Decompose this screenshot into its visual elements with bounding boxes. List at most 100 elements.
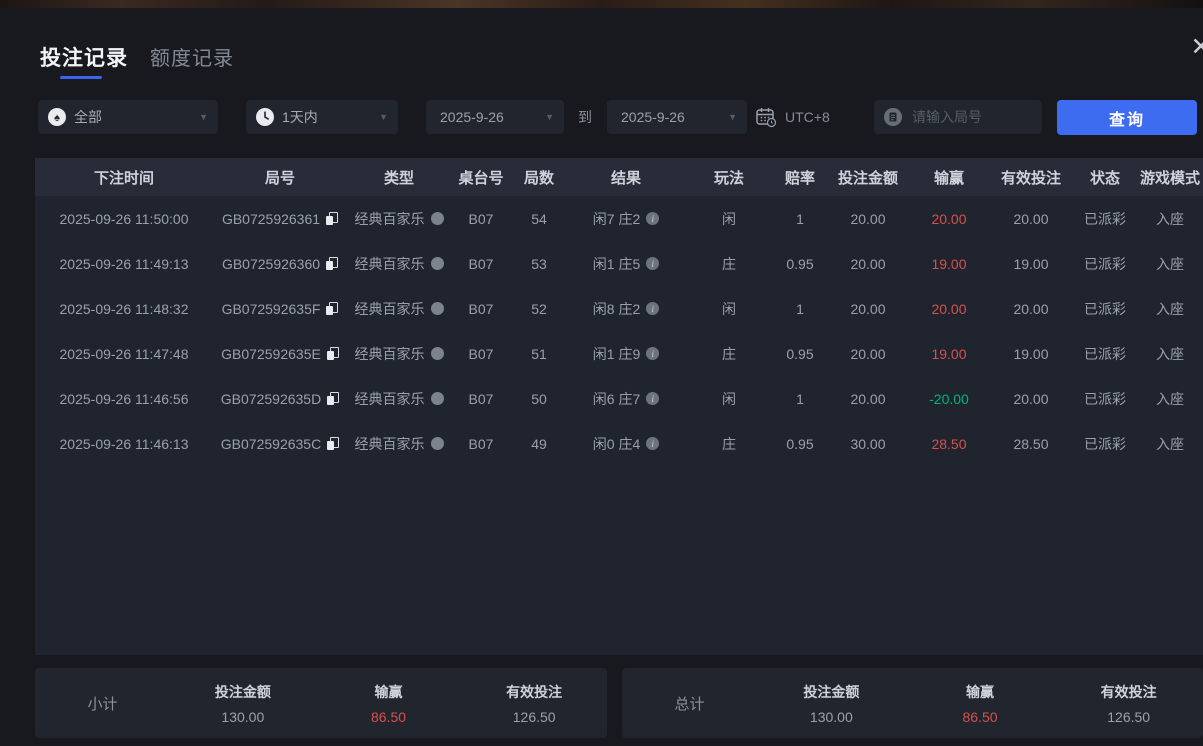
valid-text: 19.00 (1013, 255, 1049, 272)
cell-play: 庄 (685, 254, 773, 274)
copy-icon[interactable] (326, 302, 339, 315)
cell-bet: 30.00 (827, 436, 909, 452)
table_no-text: B07 (468, 435, 494, 452)
tab-betting-records[interactable]: 投注记录 (40, 42, 128, 79)
search-button[interactable]: 查询 (1057, 100, 1197, 135)
round_no-text: 49 (531, 435, 547, 452)
status-text: 已派彩 (1084, 390, 1126, 407)
cell-type: 经典百家乐 (347, 254, 451, 274)
cell-odds: 1 (773, 391, 827, 407)
cell-status: 已派彩 (1073, 389, 1137, 409)
cell-win: 20.00 (909, 211, 989, 227)
game-type-dropdown[interactable]: ♠ 全部 ▼ (38, 100, 218, 134)
info-icon[interactable]: i (646, 347, 660, 360)
table-row: 2025-09-26 11:46:13 GB072592635C 经典百家乐 B07 4… (35, 421, 1203, 466)
table_no-text: B07 (468, 345, 494, 362)
background-video-strip (0, 0, 1203, 8)
column-header: 投注金额 (837, 169, 898, 187)
valid-text: 20.00 (1013, 210, 1049, 227)
game-type-badge-icon (430, 347, 444, 360)
column-header: 结果 (610, 169, 641, 187)
type-text: 经典百家乐 (354, 390, 425, 407)
date-to-picker[interactable]: 2025-9-26 ▼ (607, 100, 747, 134)
status-text: 已派彩 (1084, 300, 1126, 317)
column-header: 玩法 (713, 169, 744, 187)
valid-bet-header: 有效投注 (1100, 683, 1157, 700)
status-text: 已派彩 (1084, 435, 1126, 452)
cell-table_no: B07 (451, 211, 511, 227)
bet-text: 20.00 (850, 345, 886, 362)
cell-round_id: GB072592635D (213, 391, 347, 407)
cell-bet: 20.00 (827, 211, 909, 227)
timezone-display[interactable]: UTC+8 (755, 100, 830, 134)
time-text: 2025-09-26 11:46:13 (59, 435, 189, 452)
cell-result: 闲8 庄2 i (567, 299, 685, 319)
cell-type: 经典百家乐 (347, 209, 451, 229)
close-icon[interactable]: ✕ (1184, 30, 1203, 64)
game-type-badge-icon (430, 257, 444, 270)
timezone-value: UTC+8 (785, 109, 830, 125)
round_id-text: GB072592635C (220, 435, 322, 452)
info-icon[interactable]: i (646, 302, 660, 315)
cell-valid: 28.50 (989, 436, 1073, 452)
cell-bet: 20.00 (827, 256, 909, 272)
clock-icon (256, 108, 274, 126)
cell-odds: 1 (773, 211, 827, 227)
betting-records-modal: ✕ 投注记录 额度记录 ♠ 全部 ▼ 1天内 ▼ 2025-9-26 ▼ 到 2… (0, 0, 1203, 746)
cell-time: 2025-09-26 11:46:13 (35, 436, 213, 452)
cell-play: 庄 (685, 344, 773, 364)
valid-text: 20.00 (1013, 390, 1049, 407)
copy-icon[interactable] (327, 392, 340, 405)
calendar-clock-icon (756, 108, 777, 128)
column-header: 有效投注 (1000, 169, 1061, 187)
total-win-loss: 输赢 86.50 (906, 682, 1055, 725)
info-icon[interactable]: i (646, 212, 660, 225)
time-text: 2025-09-26 11:48:32 (59, 300, 189, 317)
copy-icon[interactable] (326, 212, 339, 225)
cell-type: 经典百家乐 (347, 344, 451, 364)
time-range-dropdown[interactable]: 1天内 ▼ (246, 100, 398, 134)
tab-betting-records-label: 投注记录 (40, 47, 128, 70)
subtotal-bet-amount: 投注金额 130.00 (170, 682, 316, 725)
game-type-value: 全部 (74, 109, 102, 125)
cell-odds: 0.95 (773, 256, 827, 272)
cell-round_no: 53 (511, 256, 567, 272)
date-from-picker[interactable]: 2025-9-26 ▼ (426, 100, 564, 134)
cell-time: 2025-09-26 11:46:56 (35, 391, 213, 407)
column-header: 类型 (383, 169, 414, 187)
spade-icon: ♠ (48, 108, 66, 126)
column-header: 状态 (1089, 169, 1120, 187)
bet-amount-value: 130.00 (809, 708, 853, 725)
cell-table_no: B07 (451, 256, 511, 272)
win-loss-value: 86.50 (962, 708, 998, 725)
cell-type: 经典百家乐 (347, 434, 451, 454)
records-panel: ✕ 投注记录 额度记录 ♠ 全部 ▼ 1天内 ▼ 2025-9-26 ▼ 到 2… (0, 8, 1203, 746)
round-id-input[interactable] (910, 108, 1042, 126)
column-header: 输赢 (933, 169, 964, 187)
valid-text: 20.00 (1013, 300, 1049, 317)
bet-amount-header: 投注金额 (803, 683, 860, 700)
cell-type: 经典百家乐 (347, 389, 451, 409)
round-id-search-field (874, 100, 1042, 134)
copy-icon[interactable] (326, 347, 339, 360)
cell-win: 19.00 (909, 346, 989, 362)
type-text: 经典百家乐 (354, 300, 425, 317)
copy-icon[interactable] (327, 437, 340, 450)
copy-icon[interactable] (326, 257, 339, 270)
round_id-text: GB072592635D (220, 390, 322, 407)
info-icon[interactable]: i (646, 437, 660, 450)
tab-quota-records[interactable]: 额度记录 (150, 42, 234, 71)
result-text: 闲1 庄9 (592, 345, 641, 362)
type-text: 经典百家乐 (354, 345, 425, 362)
chevron-down-icon: ▼ (379, 112, 388, 122)
time-range-value: 1天内 (282, 109, 318, 125)
table_no-text: B07 (468, 390, 494, 407)
game-type-badge-icon (430, 392, 444, 405)
win-loss-header: 输赢 (966, 683, 994, 700)
bet-amount-header: 投注金额 (214, 683, 271, 700)
round_id-text: GB072592635E (221, 345, 321, 362)
info-icon[interactable]: i (646, 392, 660, 405)
info-icon[interactable]: i (646, 257, 660, 270)
cell-mode: 入座 (1137, 209, 1203, 229)
odds-text: 1 (796, 390, 804, 407)
